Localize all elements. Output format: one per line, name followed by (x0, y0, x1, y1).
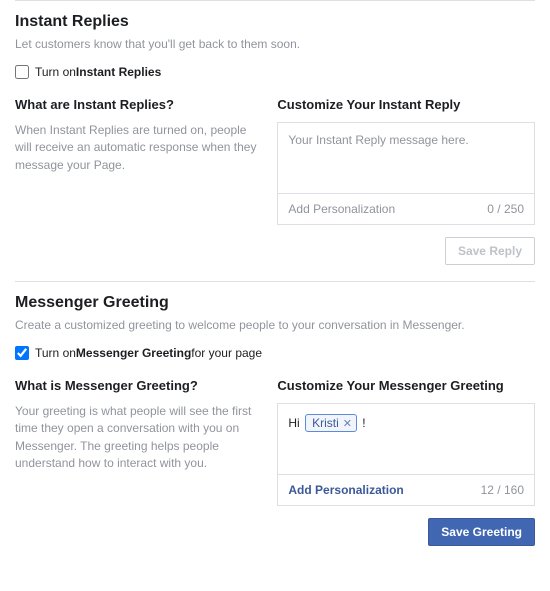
greeting-footer: Add Personalization 12 / 160 (278, 474, 534, 505)
instant-replies-title: Instant Replies (15, 13, 535, 31)
messenger-greeting-right: Customize Your Messenger Greeting Hi Kri… (277, 378, 535, 562)
instant-replies-subtitle: Let customers know that you'll get back … (15, 37, 535, 51)
greeting-after: ! (359, 416, 366, 430)
personalization-token[interactable]: Kristi ✕ (305, 414, 357, 432)
messenger-greeting-columns: What is Messenger Greeting? Your greetin… (15, 378, 535, 562)
instant-reply-button-row: Save Reply (277, 237, 535, 265)
save-reply-button[interactable]: Save Reply (445, 237, 535, 265)
what-are-desc: When Instant Replies are turned on, peop… (15, 122, 259, 174)
save-greeting-button[interactable]: Save Greeting (428, 518, 535, 546)
toggle-prefix: Turn on (35, 346, 76, 360)
messenger-greeting-title: Messenger Greeting (15, 294, 535, 312)
greeting-hi: Hi (288, 416, 303, 430)
messenger-greeting-checkbox[interactable] (15, 346, 29, 360)
toggle-bold: Instant Replies (76, 65, 161, 79)
what-is-greeting-heading: What is Messenger Greeting? (15, 378, 259, 393)
messenger-greeting-toggle-row[interactable]: Turn on Messenger Greeting for your page (15, 346, 535, 360)
greeting-button-row: Save Greeting (277, 518, 535, 546)
greeting-textarea[interactable]: Hi Kristi ✕ ! (278, 404, 534, 474)
instant-reply-footer: Add Personalization 0 / 250 (278, 193, 534, 224)
instant-reply-textbox-wrap: Your Instant Reply message here. Add Per… (277, 122, 535, 225)
instant-replies-toggle-row[interactable]: Turn on Instant Replies (15, 65, 535, 79)
instant-replies-columns: What are Instant Replies? When Instant R… (15, 97, 535, 281)
instant-replies-section: Instant Replies Let customers know that … (15, 0, 535, 281)
customize-greeting-heading: Customize Your Messenger Greeting (277, 378, 535, 393)
greeting-textbox-wrap: Hi Kristi ✕ ! Add Personalization 12 / 16… (277, 403, 535, 506)
token-label: Kristi (312, 416, 339, 430)
close-icon[interactable]: ✕ (343, 417, 352, 430)
instant-replies-left: What are Instant Replies? When Instant R… (15, 97, 259, 281)
add-personalization-link[interactable]: Add Personalization (288, 483, 403, 497)
instant-reply-textarea[interactable]: Your Instant Reply message here. (278, 123, 534, 193)
instant-replies-checkbox[interactable] (15, 65, 29, 79)
messenger-greeting-subtitle: Create a customized greeting to welcome … (15, 318, 535, 332)
messenger-greeting-left: What is Messenger Greeting? Your greetin… (15, 378, 259, 562)
toggle-prefix: Turn on (35, 65, 76, 79)
instant-reply-counter: 0 / 250 (487, 202, 524, 216)
add-personalization-disabled: Add Personalization (288, 202, 395, 216)
greeting-counter: 12 / 160 (481, 483, 524, 497)
customize-reply-heading: Customize Your Instant Reply (277, 97, 535, 112)
what-are-heading: What are Instant Replies? (15, 97, 259, 112)
messenger-greeting-section: Messenger Greeting Create a customized g… (15, 281, 535, 562)
instant-replies-right: Customize Your Instant Reply Your Instan… (277, 97, 535, 281)
what-is-greeting-desc: Your greeting is what people will see th… (15, 403, 259, 473)
toggle-suffix: for your page (191, 346, 262, 360)
toggle-bold: Messenger Greeting (76, 346, 191, 360)
